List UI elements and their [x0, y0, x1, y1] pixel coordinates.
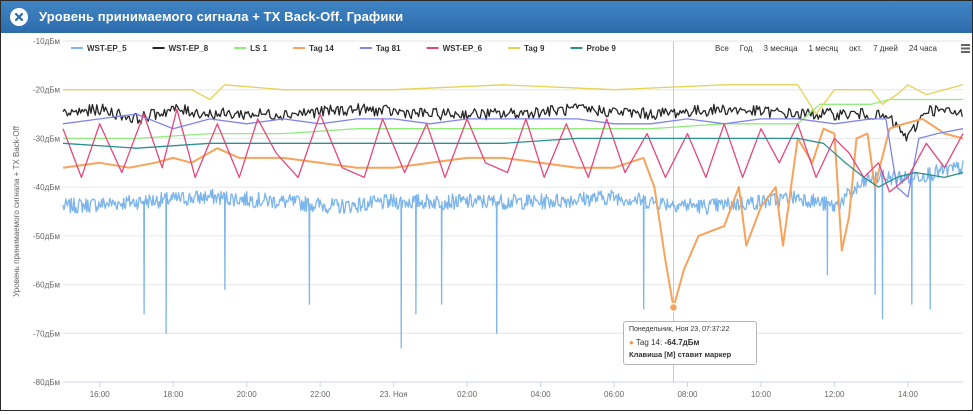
legend-item[interactable]: Tag 9	[524, 44, 545, 53]
chart-window: Уровень принимаемого сигнала + TX Back-O…	[0, 0, 973, 411]
window-title: Уровень принимаемого сигнала + TX Back-O…	[39, 9, 404, 24]
menu-icon-bar	[961, 51, 970, 53]
menu-icon-bar	[961, 47, 970, 50]
close-button[interactable]	[10, 8, 28, 26]
series-line-wst-ep-5[interactable]	[62, 160, 964, 349]
range-button[interactable]: 1 месяц	[809, 44, 839, 53]
legend-item[interactable]: Probe 9	[586, 44, 616, 53]
menu-icon[interactable]	[961, 44, 970, 53]
legend-item[interactable]: Tag 81	[376, 44, 401, 53]
chart-area: -10дБм -20дБм -30дБм -40дБм -50дБм -60дБм -70д…	[1, 33, 972, 410]
tooltip-value: -64.7дБм	[664, 338, 700, 347]
tooltip-date: Понедельник, Ноя 23, 07:37:22	[629, 326, 730, 333]
line-chart[interactable]: -10дБм -20дБм -30дБм -40дБм -50дБм -60дБм -70д…	[1, 33, 972, 410]
tooltip-series-dot-icon: ●	[629, 338, 634, 347]
y-tick-label: -70дБм	[33, 329, 60, 338]
x-tick-label: 18:00	[163, 390, 184, 399]
legend-item[interactable]: WST-EP_8	[169, 44, 209, 53]
x-tick-label: 04:00	[531, 390, 552, 399]
y-tick-label: -60дБм	[33, 281, 60, 290]
y-tick-label: -80дБм	[33, 378, 60, 387]
legend-item[interactable]: Tag 14	[309, 44, 334, 53]
y-tick-label: -10дБм	[33, 37, 60, 46]
x-tick-label: 14:00	[898, 390, 919, 399]
y-axis-title: Уровень принимаемого сигнала + TX Back-O…	[12, 125, 21, 297]
range-button[interactable]: 7 дней	[873, 44, 898, 53]
legend-item[interactable]: WST-EP_5	[87, 44, 127, 53]
x-tick-label: 22:00	[310, 390, 331, 399]
x-tick-label: 12:00	[824, 390, 845, 399]
y-tick-label: -30дБм	[33, 134, 60, 143]
tooltip-hint: Клавиша [M] ставит маркер	[629, 350, 732, 359]
range-button[interactable]: 3 месяца	[764, 44, 799, 53]
menu-icon-bar	[961, 44, 970, 46]
y-tick-label: -20дБм	[33, 86, 60, 95]
x-tick-label: 02:00	[457, 390, 478, 399]
tooltip-series-name: Tag 14	[635, 338, 660, 347]
y-tick-label: -50дБм	[33, 232, 60, 241]
x-tick-label: 16:00	[90, 390, 111, 399]
legend-item[interactable]: LS 1	[250, 44, 267, 53]
range-button[interactable]: 24 часа	[909, 44, 938, 53]
x-tick-label: 08:00	[677, 390, 698, 399]
x-tick-label: 20:00	[237, 390, 258, 399]
tooltip: Понедельник, Ноя 23, 07:37:22 ● Tag 14: …	[623, 321, 757, 365]
title-bar: Уровень принимаемого сигнала + TX Back-O…	[1, 1, 972, 33]
x-tick-label: 06:00	[604, 390, 625, 399]
range-button[interactable]: Год	[740, 44, 753, 53]
range-button[interactable]: окт.	[849, 44, 862, 53]
tooltip-value-row: ● Tag 14: -64.7дБм	[629, 338, 700, 347]
x-tick-label: 10:00	[751, 390, 772, 399]
y-tick-label: -40дБм	[33, 183, 60, 192]
close-icon	[14, 12, 24, 22]
x-tick-label: 23. Ноя	[380, 390, 408, 399]
series-line-probe-9[interactable]	[62, 137, 964, 188]
marker-point[interactable]	[668, 302, 679, 313]
legend-item[interactable]: WST-EP_6	[443, 44, 483, 53]
range-button[interactable]: Все	[715, 44, 729, 53]
